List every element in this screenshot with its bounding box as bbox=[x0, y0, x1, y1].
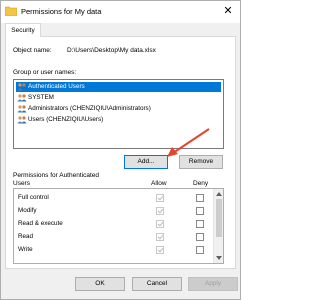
allow-checkbox bbox=[156, 233, 164, 241]
list-item-label: Authenticated Users bbox=[28, 83, 85, 90]
permission-row: Full control bbox=[18, 192, 208, 204]
permission-label: Modify bbox=[18, 207, 37, 214]
list-item[interactable]: Authenticated Users bbox=[16, 82, 221, 92]
permission-row: Read & execute bbox=[18, 218, 208, 230]
object-name-value: D:\Users\Desktop\My data.xlsx bbox=[67, 47, 156, 54]
deny-checkbox[interactable] bbox=[196, 194, 204, 202]
list-item-label: Administrators (CHENZIQIU\Administrators… bbox=[28, 105, 151, 112]
permission-row: Write bbox=[18, 244, 208, 256]
close-icon[interactable]: ✕ bbox=[220, 3, 236, 19]
scroll-down-icon[interactable] bbox=[216, 256, 222, 260]
ok-button[interactable]: OK bbox=[75, 277, 125, 291]
users-icon bbox=[17, 116, 27, 124]
deny-checkbox[interactable] bbox=[196, 246, 204, 254]
list-item[interactable]: Users (CHENZIQIU\Users) bbox=[16, 115, 221, 125]
allow-checkbox bbox=[156, 207, 164, 215]
permission-row: Read bbox=[18, 231, 208, 243]
remove-button[interactable]: Remove bbox=[179, 155, 223, 169]
apply-button: Apply bbox=[188, 277, 238, 291]
scroll-thumb[interactable] bbox=[216, 199, 222, 237]
allow-checkbox bbox=[156, 194, 164, 202]
permission-label: Write bbox=[18, 246, 33, 253]
permissions-dialog: Permissions for My data ✕ Security Objec… bbox=[0, 0, 241, 300]
group-user-list[interactable]: Authenticated Users SYSTEM Administrator… bbox=[13, 79, 224, 149]
group-names-label: Group or user names: bbox=[13, 69, 77, 76]
permission-label: Read bbox=[18, 233, 34, 240]
deny-checkbox[interactable] bbox=[196, 233, 204, 241]
title-bar: Permissions for My data ✕ bbox=[1, 1, 240, 23]
users-icon bbox=[17, 83, 27, 91]
deny-column-header: Deny bbox=[193, 180, 209, 187]
users-icon bbox=[17, 94, 27, 102]
folder-icon bbox=[5, 6, 17, 16]
list-item[interactable]: Administrators (CHENZIQIU\Administrators… bbox=[16, 104, 221, 114]
permissions-list: Full control Modify Read & execute Read … bbox=[13, 188, 224, 264]
allow-checkbox bbox=[156, 220, 164, 228]
permissions-header: Permissions for Authenticated bbox=[13, 172, 99, 179]
permission-label: Full control bbox=[18, 194, 49, 201]
list-item-label: SYSTEM bbox=[28, 94, 54, 101]
allow-checkbox bbox=[156, 246, 164, 254]
scroll-up-icon[interactable] bbox=[216, 192, 222, 196]
permissions-scrollbar[interactable] bbox=[213, 189, 223, 263]
window-title: Permissions for My data bbox=[21, 7, 102, 16]
permission-row: Modify bbox=[18, 205, 208, 217]
allow-column-header: Allow bbox=[151, 180, 167, 187]
permissions-header-user: Users bbox=[13, 180, 30, 187]
list-item-label: Users (CHENZIQIU\Users) bbox=[28, 116, 104, 123]
permission-label: Read & execute bbox=[18, 220, 63, 227]
deny-checkbox[interactable] bbox=[196, 220, 204, 228]
list-item[interactable]: SYSTEM bbox=[16, 93, 221, 103]
deny-checkbox[interactable] bbox=[196, 207, 204, 215]
tab-security[interactable]: Security bbox=[5, 23, 41, 37]
users-icon bbox=[17, 105, 27, 113]
cancel-button[interactable]: Cancel bbox=[132, 277, 182, 291]
add-button[interactable]: Add... bbox=[124, 155, 168, 169]
object-name-label: Object name: bbox=[13, 47, 52, 54]
